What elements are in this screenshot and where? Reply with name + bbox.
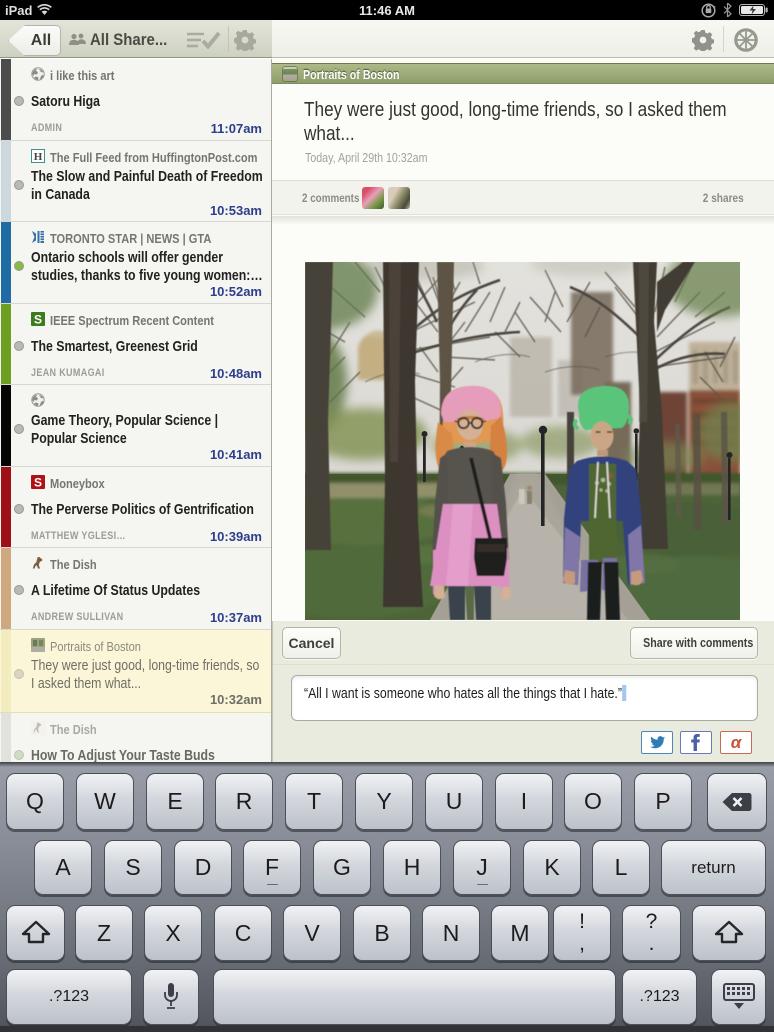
svg-text:H: H — [34, 151, 43, 163]
svg-text:S: S — [34, 313, 42, 327]
svg-text:S: S — [34, 476, 42, 490]
